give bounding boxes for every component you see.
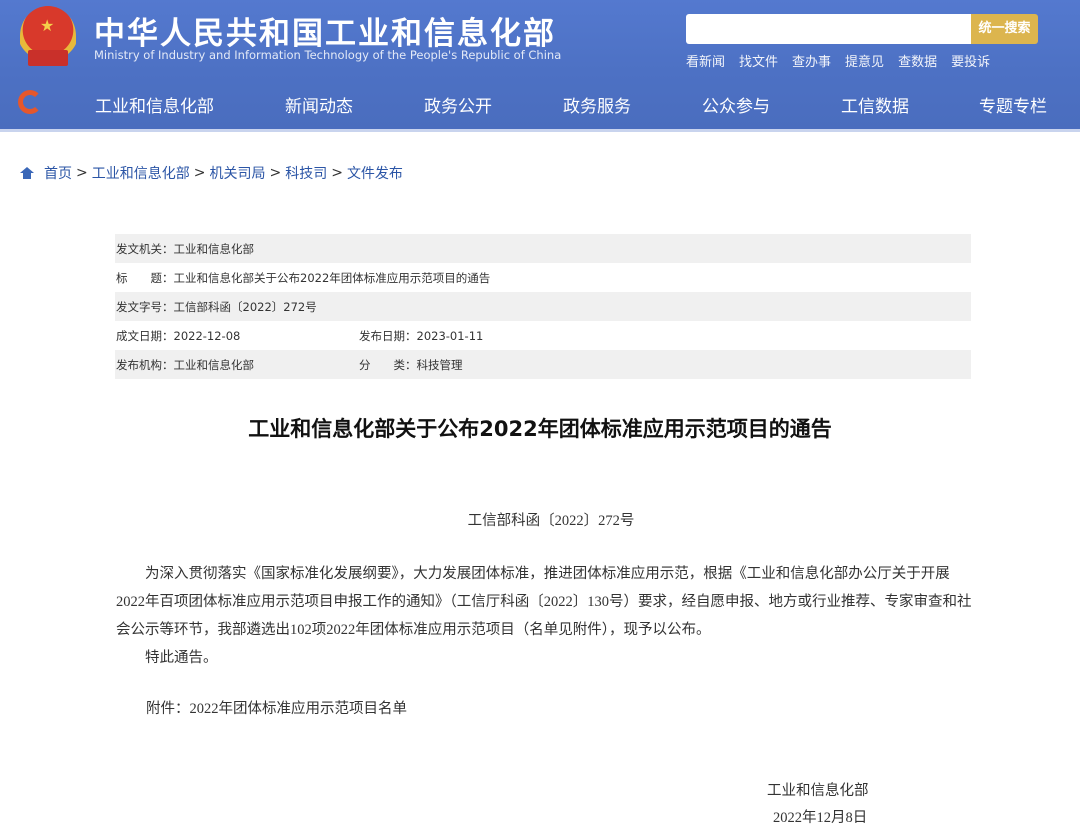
- search-input[interactable]: [686, 14, 971, 44]
- meta-label: 发布日期：: [359, 328, 417, 343]
- meta-created-date: 2022-12-08: [173, 328, 241, 343]
- meta-issuer: 工业和信息化部: [173, 241, 255, 256]
- quick-link-complaint[interactable]: 要投诉: [951, 51, 990, 70]
- meta-title: 工业和信息化部关于公布2022年团体标准应用示范项目的通告: [173, 270, 491, 285]
- meta-label: 成文日期：: [116, 328, 174, 343]
- main-nav: 工业和信息化部 新闻动态 政务公开 政务服务 公众参与 工信数据 专题专栏: [0, 92, 1080, 117]
- meta-category: 科技管理: [416, 357, 463, 372]
- nav-data[interactable]: 工信数据: [841, 92, 909, 117]
- national-emblem-icon: ★: [20, 6, 76, 66]
- nav-gov-services[interactable]: 政务服务: [563, 92, 631, 117]
- quick-link-data[interactable]: 查数据: [898, 51, 937, 70]
- document-number: 工信部科函〔2022〕272号: [467, 513, 635, 529]
- search-button[interactable]: 统一搜索: [971, 14, 1038, 44]
- nav-gov-affairs[interactable]: 政务公开: [424, 92, 492, 117]
- quick-link-services[interactable]: 查办事: [792, 51, 831, 70]
- nav-topics[interactable]: 专题专栏: [979, 92, 1047, 117]
- meta-label: 发文机关：: [116, 241, 174, 256]
- body-closing: 特此通告。: [145, 650, 218, 666]
- breadcrumb-ministry[interactable]: 工业和信息化部: [92, 163, 190, 183]
- meta-label: 标 题：: [116, 270, 174, 285]
- home-icon: [20, 167, 34, 179]
- nav-news[interactable]: 新闻动态: [285, 92, 353, 117]
- nav-public[interactable]: 公众参与: [702, 92, 770, 117]
- breadcrumb-tech-dept[interactable]: 科技司: [285, 163, 327, 183]
- meta-docno: 工信部科函〔2022〕272号: [173, 299, 317, 314]
- breadcrumb-publications[interactable]: 文件发布: [347, 163, 403, 183]
- nav-ministry[interactable]: 工业和信息化部: [95, 92, 214, 117]
- breadcrumb: 首页 > 工业和信息化部 > 机关司局 > 科技司 > 文件发布: [20, 163, 403, 183]
- meta-org: 工业和信息化部: [173, 357, 255, 372]
- document-meta-table: 发文机关： 工业和信息化部 标 题： 工业和信息化部关于公布2022年团体标准应用示…: [115, 234, 971, 379]
- signature: 工业和信息化部: [767, 783, 869, 799]
- attachment-link[interactable]: 附件：2022年团体标准应用示范项目名单: [146, 697, 407, 718]
- document-body: 为深入贯彻落实《国家标准化发展纲要》，大力发展团体标准，推进团体标准应用示范，根…: [116, 560, 976, 672]
- breadcrumb-departments[interactable]: 机关司局: [209, 163, 265, 183]
- quick-links: 看新闻 找文件 查办事 提意见 查数据 要投诉: [686, 51, 990, 70]
- meta-label: 发布机构：: [116, 357, 174, 372]
- signature-date: 2022年12月8日: [773, 810, 868, 826]
- site-subtitle: Ministry of Industry and Information Tec…: [94, 48, 562, 62]
- meta-published-date: 2023-01-11: [416, 328, 484, 343]
- meta-label: 分 类：: [359, 357, 417, 372]
- quick-link-news[interactable]: 看新闻: [686, 51, 725, 70]
- quick-link-feedback[interactable]: 提意见: [845, 51, 884, 70]
- site-title: 中华人民共和国工业和信息化部: [94, 16, 556, 52]
- document-title: 工业和信息化部关于公布2022年团体标准应用示范项目的通告: [248, 417, 832, 441]
- meta-label: 发文字号：: [116, 299, 174, 314]
- site-header: ★ 中华人民共和国工业和信息化部 Ministry of Industry an…: [0, 0, 1080, 132]
- breadcrumb-home[interactable]: 首页: [44, 163, 72, 183]
- quick-link-files[interactable]: 找文件: [739, 51, 778, 70]
- body-paragraph: 为深入贯彻落实《国家标准化发展纲要》，大力发展团体标准，推进团体标准应用示范，根…: [116, 566, 972, 638]
